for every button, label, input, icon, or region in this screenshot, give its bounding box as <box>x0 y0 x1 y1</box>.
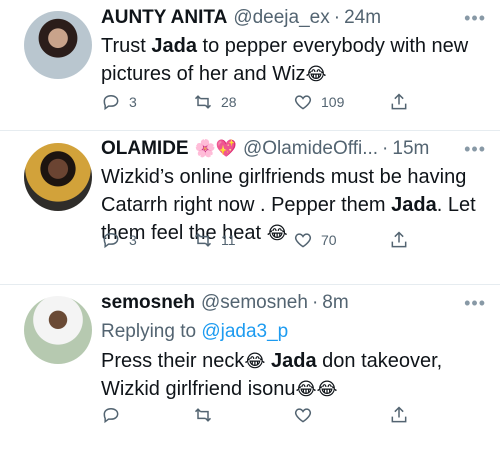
reply-button[interactable] <box>101 405 121 425</box>
tweet[interactable]: OLAMIDE 🌸💖 @OlamideOffi... · 15m ••• Wiz… <box>0 131 500 285</box>
display-name[interactable]: semosneh <box>101 291 195 315</box>
share-icon <box>391 406 407 423</box>
timestamp[interactable]: 15m <box>392 137 429 161</box>
separator-dot: · <box>311 292 319 313</box>
avatar[interactable] <box>24 143 92 211</box>
tweet-header: AUNTY ANITA @deeja_ex · 24m <box>101 6 486 30</box>
separator-dot: · <box>382 138 389 159</box>
tweet-header: OLAMIDE 🌸💖 @OlamideOffi... · 15m <box>101 137 486 161</box>
heart-icon <box>294 95 312 110</box>
tweet-text: Press their neck😂 Jada don takeover, Wiz… <box>101 350 443 400</box>
retweet-button[interactable] <box>193 405 213 425</box>
like-button[interactable]: 70 <box>293 230 337 250</box>
share-icon <box>391 93 407 110</box>
retweet-count: 11 <box>221 232 236 248</box>
heart-icon <box>294 408 312 423</box>
laughing-emoji-icon: 😂 <box>305 64 327 84</box>
tweet[interactable]: semosneh @semosneh · 8m ••• Replying to … <box>0 285 500 453</box>
retweet-count: 28 <box>221 94 237 110</box>
share-button[interactable] <box>389 405 409 425</box>
more-options-icon[interactable]: ••• <box>464 139 486 160</box>
reply-button[interactable]: 3 <box>101 92 137 112</box>
display-name[interactable]: AUNTY ANITA <box>101 6 227 30</box>
retweet-icon <box>194 95 212 109</box>
reply-icon <box>103 407 119 424</box>
reply-target-link[interactable]: @jada3_p <box>201 321 288 342</box>
more-options-icon[interactable]: ••• <box>464 293 486 314</box>
reply-count: 3 <box>129 232 137 248</box>
reply-count: 3 <box>129 94 137 110</box>
separator-dot: · <box>333 7 341 28</box>
user-handle[interactable]: @deeja_ex <box>233 6 329 30</box>
share-button[interactable] <box>389 92 409 112</box>
retweet-icon <box>194 408 212 422</box>
more-options-icon[interactable]: ••• <box>464 8 486 29</box>
tweet-feed: AUNTY ANITA @deeja_ex · 24m ••• Trust Ja… <box>0 0 500 453</box>
retweet-button[interactable]: 11 <box>193 230 236 250</box>
like-count: 70 <box>321 232 337 248</box>
timestamp[interactable]: 8m <box>322 291 348 315</box>
tweet-header: semosneh @semosneh · 8m <box>101 291 486 315</box>
like-button[interactable]: 109 <box>293 92 344 112</box>
user-handle[interactable]: @semosneh <box>201 291 308 315</box>
avatar[interactable] <box>24 11 92 79</box>
reply-icon <box>103 232 119 249</box>
reply-button[interactable]: 3 <box>101 230 137 250</box>
like-button[interactable] <box>293 405 313 425</box>
retweet-icon <box>194 233 212 247</box>
laughing-emoji-icon: 😂 <box>244 351 266 371</box>
share-button[interactable] <box>389 230 409 250</box>
timestamp[interactable]: 24m <box>344 6 381 30</box>
tweet-actions <box>101 403 460 427</box>
laughing-emoji-icon: 😂😂 <box>295 379 338 399</box>
tweet[interactable]: AUNTY ANITA @deeja_ex · 24m ••• Trust Ja… <box>0 0 500 131</box>
heart-icon <box>294 233 312 248</box>
replying-to: Replying to @jada3_p <box>101 321 289 342</box>
tweet-actions: 3 11 70 <box>101 228 460 252</box>
flower-heart-emoji-icon: 🌸💖 <box>194 139 237 158</box>
user-handle[interactable]: @OlamideOffi... <box>243 137 378 161</box>
tweet-text: Trust Jada to pepper everybody with new … <box>101 35 469 85</box>
like-count: 109 <box>321 94 345 110</box>
display-name[interactable]: OLAMIDE <box>101 137 189 161</box>
tweet-actions: 3 28 109 <box>101 90 460 114</box>
retweet-button[interactable]: 28 <box>193 92 237 112</box>
avatar[interactable] <box>24 296 92 364</box>
share-icon <box>391 231 407 248</box>
reply-icon <box>103 94 119 111</box>
